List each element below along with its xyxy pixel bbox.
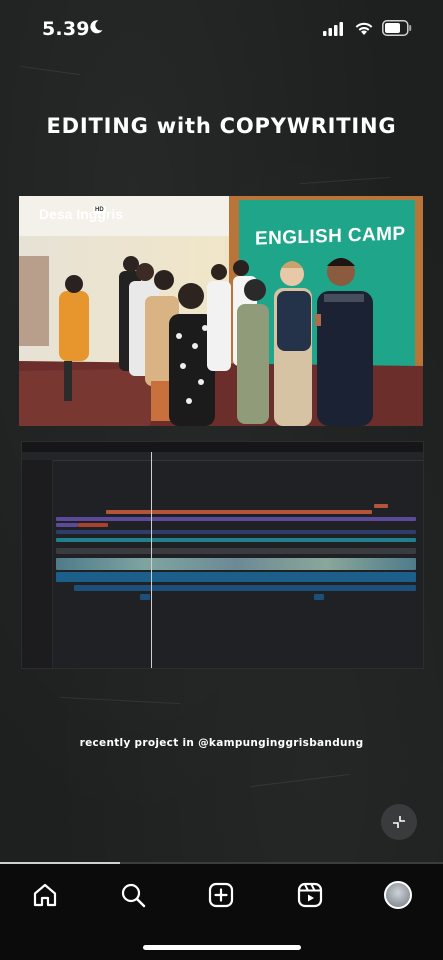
audio-track bbox=[314, 594, 324, 600]
audio-track bbox=[56, 572, 416, 582]
post-caption: recently project in @kampunginggrisbandu… bbox=[79, 737, 364, 749]
timeline-ruler bbox=[22, 452, 423, 461]
expand-button[interactable] bbox=[381, 804, 417, 840]
event-photo: Desa Inggris HD ENGLISH CAMP bbox=[19, 196, 423, 426]
cellular-signal-icon bbox=[323, 22, 343, 36]
track-clip bbox=[374, 504, 388, 508]
nav-home[interactable] bbox=[30, 880, 60, 910]
editor-titlebar bbox=[22, 442, 423, 452]
status-time: 5.39 bbox=[42, 18, 90, 40]
video-track bbox=[56, 558, 416, 570]
home-indicator bbox=[143, 945, 301, 950]
track-clip bbox=[56, 538, 416, 542]
nav-create[interactable] bbox=[206, 880, 236, 910]
track-clip bbox=[106, 510, 372, 514]
battery-icon bbox=[382, 20, 412, 36]
nav-search[interactable] bbox=[118, 880, 148, 910]
logo-badge: HD bbox=[93, 206, 106, 214]
track-headers bbox=[22, 460, 53, 668]
desa-inggris-logo: Desa Inggris HD bbox=[39, 206, 124, 222]
do-not-disturb-moon-icon bbox=[90, 20, 103, 34]
track-clip bbox=[56, 517, 416, 521]
nav-reels[interactable] bbox=[295, 880, 325, 910]
nav-profile[interactable] bbox=[383, 880, 413, 910]
video-editor-timeline bbox=[21, 441, 424, 669]
profile-avatar bbox=[384, 881, 412, 909]
track-clip bbox=[56, 530, 416, 534]
post-heading: EDITING with COPYWRITING bbox=[46, 114, 397, 138]
collapse-arrows-icon bbox=[393, 816, 405, 828]
reels-icon bbox=[297, 882, 323, 908]
audio-track bbox=[74, 585, 416, 591]
audio-track bbox=[140, 594, 150, 600]
timeline-playhead bbox=[151, 452, 152, 668]
wifi-icon bbox=[355, 22, 373, 35]
create-icon bbox=[208, 882, 234, 908]
track-clip bbox=[56, 548, 416, 554]
logo-text: Desa Inggris bbox=[39, 206, 124, 222]
status-bar: 5.39 bbox=[0, 0, 443, 60]
home-icon bbox=[33, 883, 57, 907]
track-clip bbox=[56, 523, 78, 527]
search-icon bbox=[121, 883, 146, 908]
track-clip bbox=[78, 523, 108, 527]
